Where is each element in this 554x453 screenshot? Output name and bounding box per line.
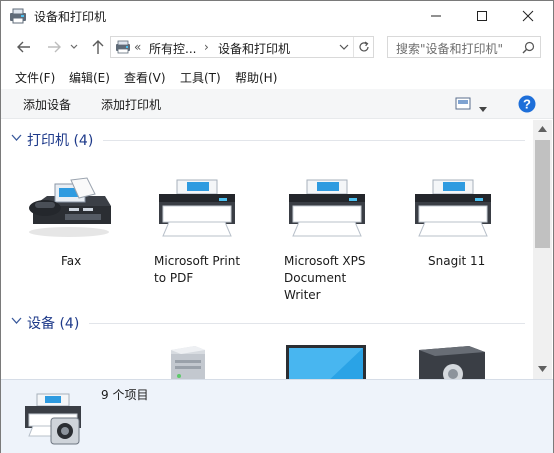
search-placeholder: 搜索"设备和打印机" bbox=[396, 42, 504, 56]
device-item-monitor[interactable] bbox=[283, 344, 383, 379]
address-overflow-chevron[interactable]: « bbox=[134, 40, 141, 54]
back-button[interactable] bbox=[13, 37, 35, 57]
up-button[interactable] bbox=[87, 37, 109, 57]
navigation-bar: « 所有控... › 设备和打印机 搜索"设备和打印机" bbox=[1, 33, 553, 61]
content-pane: 打印机 (4) Fax Microsoft Print to PDF Micro… bbox=[1, 120, 533, 379]
printer-icon bbox=[155, 178, 239, 243]
refresh-icon[interactable] bbox=[357, 40, 371, 54]
title-bar: 设备和打印机 bbox=[1, 1, 553, 31]
device-item-computer[interactable] bbox=[161, 344, 261, 379]
group-title-printers: 打印机 (4) bbox=[27, 133, 94, 149]
close-icon bbox=[522, 10, 534, 22]
menu-tools[interactable]: 工具(T) bbox=[180, 69, 221, 86]
device-item-fax[interactable]: Fax bbox=[21, 170, 121, 300]
up-arrow-icon bbox=[92, 40, 104, 54]
device-label: Microsoft Print to PDF bbox=[154, 254, 241, 285]
menu-edit[interactable]: 编辑(E) bbox=[69, 69, 110, 86]
window-title: 设备和打印机 bbox=[34, 10, 107, 24]
vertical-scrollbar[interactable] bbox=[533, 120, 552, 379]
more-views-button[interactable] bbox=[479, 101, 487, 115]
command-bar: 添加设备 添加打印机 ? bbox=[1, 89, 553, 119]
help-icon: ? bbox=[518, 95, 536, 113]
device-item-microsoft-print-to-pdf[interactable]: Microsoft Print to PDF bbox=[151, 170, 251, 300]
breadcrumb-devices-printers[interactable]: 设备和打印机 bbox=[218, 40, 290, 57]
details-pane: 9 个项目 bbox=[1, 379, 553, 453]
change-view-button[interactable] bbox=[455, 97, 471, 113]
breadcrumb-separator[interactable]: › bbox=[204, 40, 209, 54]
group-divider bbox=[89, 323, 525, 324]
group-divider bbox=[103, 140, 525, 141]
scroll-thumb[interactable] bbox=[535, 140, 550, 248]
scroll-down-icon[interactable] bbox=[538, 366, 547, 372]
device-label: Snagit 11 bbox=[428, 254, 486, 268]
forward-arrow-icon bbox=[48, 41, 61, 53]
menu-view[interactable]: 查看(V) bbox=[124, 69, 166, 86]
forward-button[interactable] bbox=[43, 37, 65, 57]
address-divider bbox=[353, 37, 354, 57]
address-dropdown-icon[interactable] bbox=[339, 44, 349, 51]
view-options-icon bbox=[455, 97, 471, 110]
group-header-printers[interactable]: 打印机 (4) bbox=[1, 128, 533, 152]
computer-icon bbox=[165, 344, 209, 379]
collapse-chevron-icon[interactable] bbox=[11, 134, 22, 142]
close-button[interactable] bbox=[505, 1, 551, 31]
help-button[interactable]: ? bbox=[518, 95, 536, 116]
add-device-button[interactable]: 添加设备 bbox=[23, 96, 71, 113]
address-bar[interactable]: « 所有控... › 设备和打印机 bbox=[110, 36, 374, 58]
devices-printers-icon bbox=[9, 8, 27, 24]
back-arrow-icon bbox=[17, 41, 30, 53]
menu-help[interactable]: 帮助(H) bbox=[235, 69, 277, 86]
collapse-chevron-icon[interactable] bbox=[11, 317, 22, 325]
control-panel-icon bbox=[115, 40, 131, 54]
scroll-up-icon[interactable] bbox=[538, 126, 547, 132]
maximize-icon bbox=[477, 11, 487, 21]
maximize-button[interactable] bbox=[459, 1, 505, 31]
device-label: Fax bbox=[61, 254, 82, 268]
group-header-devices[interactable]: 设备 (4) bbox=[1, 311, 533, 335]
device-item-snagit-11[interactable]: Snagit 11 bbox=[407, 170, 507, 300]
device-item-speaker[interactable] bbox=[413, 344, 513, 379]
chevron-down-icon bbox=[479, 107, 487, 112]
device-item-microsoft-xps-document-writer[interactable]: Microsoft XPS Document Writer bbox=[281, 170, 381, 320]
recent-locations-button[interactable] bbox=[67, 37, 81, 57]
group-title-devices: 设备 (4) bbox=[27, 316, 80, 332]
fax-icon bbox=[25, 176, 113, 243]
printer-icon bbox=[285, 178, 369, 243]
chevron-down-icon bbox=[70, 44, 78, 49]
search-icon[interactable] bbox=[522, 41, 535, 54]
search-input[interactable]: 搜索"设备和打印机" bbox=[387, 36, 541, 58]
breadcrumb-control-panel[interactable]: 所有控... bbox=[149, 40, 196, 57]
minimize-button[interactable] bbox=[413, 1, 459, 31]
item-count: 9 个项目 bbox=[101, 388, 149, 402]
printer-icon bbox=[411, 178, 495, 243]
add-printer-button[interactable]: 添加打印机 bbox=[101, 96, 161, 113]
device-label: Microsoft XPS Document Writer bbox=[284, 254, 366, 302]
explorer-window: 设备和打印机 « 所有控... › 设备和打印机 搜索"设备和打印机" 文件(F… bbox=[0, 0, 554, 453]
monitor-icon bbox=[285, 344, 367, 379]
minimize-icon bbox=[431, 15, 441, 17]
menu-bar: 文件(F) 编辑(E) 查看(V) 工具(T) 帮助(H) bbox=[1, 67, 553, 87]
menu-file[interactable]: 文件(F) bbox=[15, 69, 55, 86]
devices-printers-large-icon bbox=[23, 390, 83, 449]
svg-text:?: ? bbox=[523, 97, 531, 112]
speaker-icon bbox=[417, 344, 487, 379]
